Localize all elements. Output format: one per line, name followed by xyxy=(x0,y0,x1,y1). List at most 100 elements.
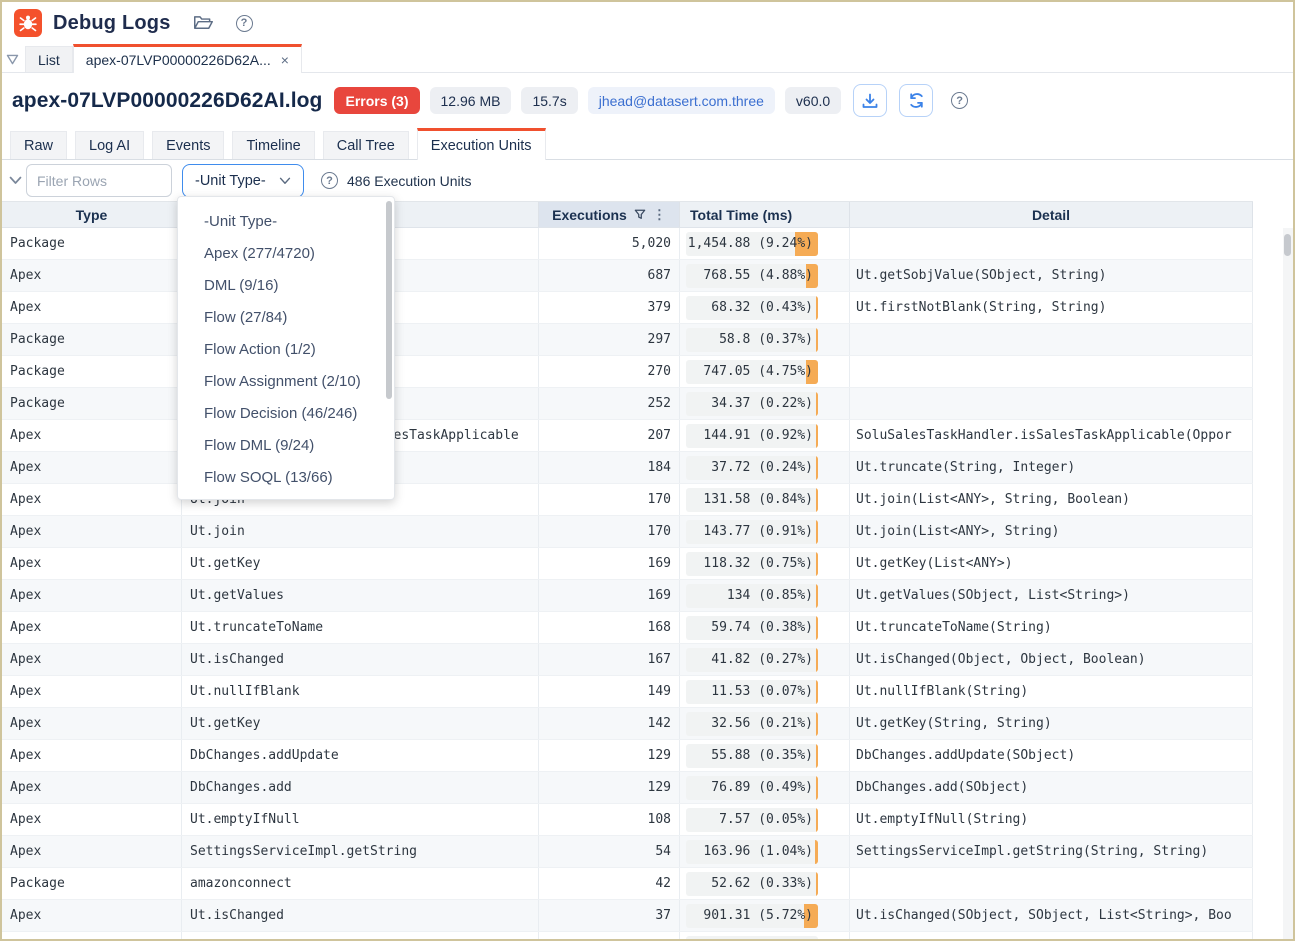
total-time-value: 76.89 (0.49%) xyxy=(711,780,813,795)
scrollbar-thumb[interactable] xyxy=(1284,234,1291,256)
total-time-pill: 52.62 (0.33%) xyxy=(686,872,818,896)
tab-execution-units[interactable]: Execution Units xyxy=(417,128,546,160)
cell-name: DbChanges.addUpdate xyxy=(182,740,539,771)
time-percent-bar xyxy=(816,872,818,896)
help-icon: ? xyxy=(236,15,253,32)
tab-list-dropdown-button[interactable] xyxy=(6,54,19,65)
tab-events[interactable]: Events xyxy=(152,131,224,159)
unit-type-option[interactable]: Flow Assignment (2/10) xyxy=(178,365,394,397)
table-row[interactable]: ApexDbChanges.add12976.89 (0.49%)DbChang… xyxy=(2,772,1253,804)
unit-type-option[interactable]: Flow SOQL (13/66) xyxy=(178,461,394,493)
dropdown-scrollbar-thumb[interactable] xyxy=(386,201,392,399)
table-row[interactable]: ApexSettingsServiceImpl.getString54163.9… xyxy=(2,836,1253,868)
debug-logs-app: Debug Logs ? List apex-07LVP00000226D62A… xyxy=(0,0,1295,941)
cell-total-time: 52.62 (0.33%) xyxy=(680,868,850,899)
total-time-value: 1,454.88 (9.24%) xyxy=(688,236,813,251)
total-time-value: 134 (0.85%) xyxy=(727,588,813,603)
cell-executions: 252 xyxy=(539,388,680,419)
cell-name: Ut.getKey xyxy=(182,708,539,739)
cell-type: Apex xyxy=(2,548,182,579)
total-time-pill: 134 (0.85%) xyxy=(686,584,818,608)
cell-executions: 297 xyxy=(539,324,680,355)
cell-detail: Ut.truncate(String, Integer) xyxy=(850,452,1253,483)
app-help-button[interactable]: ? xyxy=(236,15,253,32)
unit-type-option[interactable]: Flow Action (1/2) xyxy=(178,333,394,365)
cell-type: Apex xyxy=(2,292,182,323)
column-menu-icon[interactable]: ⋮ xyxy=(653,207,666,223)
cell-executions: 37 xyxy=(539,900,680,931)
total-time-value: 901.31 (5.72%) xyxy=(703,908,813,923)
collapse-filters-button[interactable] xyxy=(9,176,22,185)
unit-type-option[interactable]: -Unit Type- xyxy=(178,205,394,237)
cell-name: Ut.join xyxy=(182,516,539,547)
table-row[interactable]: ApexDbChanges.addUpdate12955.88 (0.35%)D… xyxy=(2,740,1253,772)
time-percent-bar xyxy=(816,680,818,704)
cell-type: Apex xyxy=(2,740,182,771)
total-time-pill: 55.88 (0.35%) xyxy=(686,744,818,768)
tab-call-tree[interactable]: Call Tree xyxy=(323,131,409,159)
cell-detail xyxy=(850,388,1253,419)
cell-detail: Ut.getValues(SObject, List<String>) xyxy=(850,580,1253,611)
cell-total-time: 55.88 (0.35%) xyxy=(680,740,850,771)
table-row[interactable]: Packageamazonconnect4252.62 (0.33%) xyxy=(2,868,1253,900)
executions-label: Executions xyxy=(552,207,627,223)
cell-name: SettingsServiceImpl.getString xyxy=(182,836,539,867)
total-time-pill: 68.32 (0.43%) xyxy=(686,296,818,320)
cell-total-time: 37.72 (0.24%) xyxy=(680,452,850,483)
column-header-detail[interactable]: Detail xyxy=(850,202,1253,227)
table-row[interactable]: ApexUt.getKey169118.32 (0.75%)Ut.getKey(… xyxy=(2,548,1253,580)
filter-funnel-icon[interactable] xyxy=(634,209,646,220)
log-help-icon[interactable]: ? xyxy=(951,92,968,109)
tab-raw[interactable]: Raw xyxy=(10,131,67,159)
tab-log-file[interactable]: apex-07LVP00000226D62A... × xyxy=(73,44,302,73)
table-row[interactable]: ApexUt.join170143.77 (0.91%)Ut.join(List… xyxy=(2,516,1253,548)
vertical-scrollbar[interactable] xyxy=(1283,228,1293,939)
unit-type-select[interactable]: -Unit Type- xyxy=(182,164,304,198)
unit-type-option[interactable]: Flow Decision (46/246) xyxy=(178,397,394,429)
total-time-value: 52.62 (0.33%) xyxy=(711,876,813,891)
column-header-total-time[interactable]: Total Time (ms) xyxy=(680,202,850,227)
table-row[interactable]: ApexUt.nullIfBlank14911.53 (0.07%)Ut.nul… xyxy=(2,676,1253,708)
table-row[interactable]: ApexUt.emptyIfNull1087.57 (0.05%)Ut.empt… xyxy=(2,804,1253,836)
column-header-type[interactable]: Type xyxy=(2,202,182,227)
user-badge[interactable]: jhead@datasert.com.three xyxy=(588,87,775,114)
cell-executions: 168 xyxy=(539,612,680,643)
cell-executions xyxy=(539,932,680,941)
unit-type-option[interactable]: Apex (277/4720) xyxy=(178,237,394,269)
cell-detail xyxy=(850,356,1253,387)
table-row[interactable]: ApexUt.getValues169134 (0.85%)Ut.getValu… xyxy=(2,580,1253,612)
cell-executions: 169 xyxy=(539,580,680,611)
download-button[interactable] xyxy=(853,84,887,117)
table-row[interactable]: ApexUt.getKey14232.56 (0.21%)Ut.getKey(S… xyxy=(2,708,1253,740)
total-time-pill: 34.37 (0.22%) xyxy=(686,392,818,416)
unit-type-option[interactable]: Flow (27/84) xyxy=(178,301,394,333)
table-row[interactable]: ApexUt.isChanged16741.82 (0.27%)Ut.isCha… xyxy=(2,644,1253,676)
unit-type-option[interactable]: Flow DML (9/24) xyxy=(178,429,394,461)
cell-executions: 170 xyxy=(539,484,680,515)
filter-rows-input[interactable] xyxy=(26,164,172,197)
cell-total-time: 11.53 (0.07%) xyxy=(680,676,850,707)
total-time-value: 768.55 (4.88%) xyxy=(703,268,813,283)
time-percent-bar xyxy=(816,744,818,768)
table-row[interactable]: ApexUt.truncateToName16859.74 (0.38%)Ut.… xyxy=(2,612,1253,644)
tab-timeline[interactable]: Timeline xyxy=(232,131,314,159)
total-time-value: 55.88 (0.35%) xyxy=(711,748,813,763)
cell-type: Apex xyxy=(2,420,182,451)
tab-log-ai[interactable]: Log AI xyxy=(75,131,144,159)
table-row[interactable]: ApexUt.isChanged37901.31 (5.72%)Ut.isCha… xyxy=(2,900,1253,932)
tab-list[interactable]: List xyxy=(25,46,73,72)
errors-badge[interactable]: Errors (3) xyxy=(334,87,419,114)
cell-type: Apex xyxy=(2,644,182,675)
close-tab-icon[interactable]: × xyxy=(281,52,289,68)
total-time-pill xyxy=(686,936,818,941)
units-help-icon[interactable]: ? xyxy=(321,172,338,189)
table-row[interactable] xyxy=(2,932,1253,941)
unit-type-option[interactable]: DML (9/16) xyxy=(178,269,394,301)
open-log-button[interactable] xyxy=(193,14,214,32)
column-header-executions[interactable]: Executions ⋮ xyxy=(539,202,680,227)
time-percent-bar xyxy=(816,392,818,416)
cell-detail xyxy=(850,932,1253,941)
refresh-button[interactable] xyxy=(899,84,933,117)
chevron-down-icon xyxy=(279,177,291,185)
time-percent-bar xyxy=(816,584,818,608)
